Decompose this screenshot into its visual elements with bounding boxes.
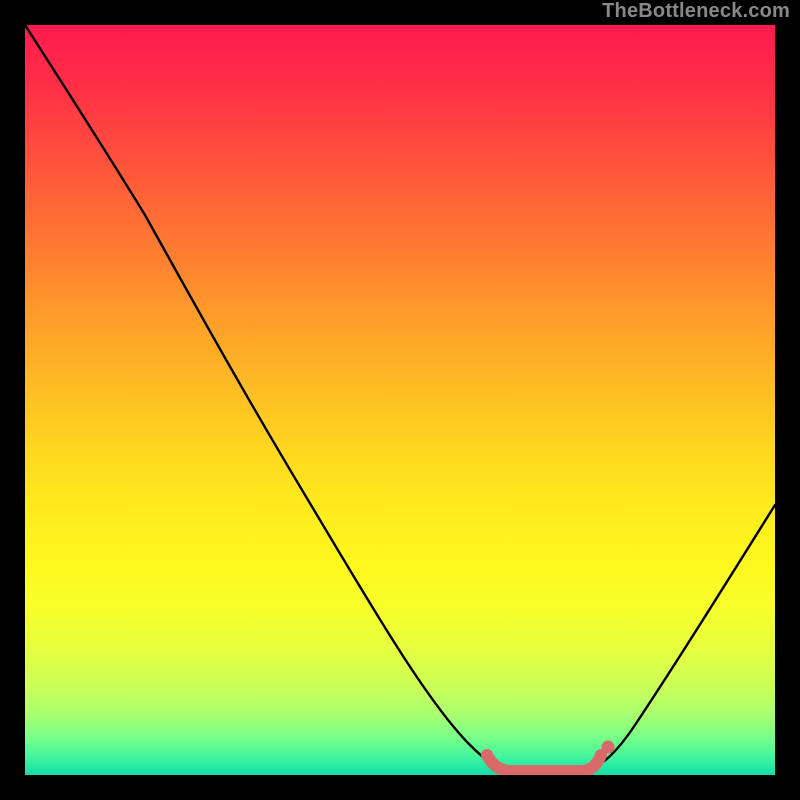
chart-svg (25, 25, 775, 775)
bottleneck-curve (25, 25, 775, 771)
chart-stage: TheBottleneck.com (0, 0, 800, 800)
plot-area (25, 25, 775, 775)
optimal-marker-end-dot (602, 741, 615, 754)
watermark-text: TheBottleneck.com (602, 0, 790, 23)
optimal-marker (487, 755, 601, 771)
